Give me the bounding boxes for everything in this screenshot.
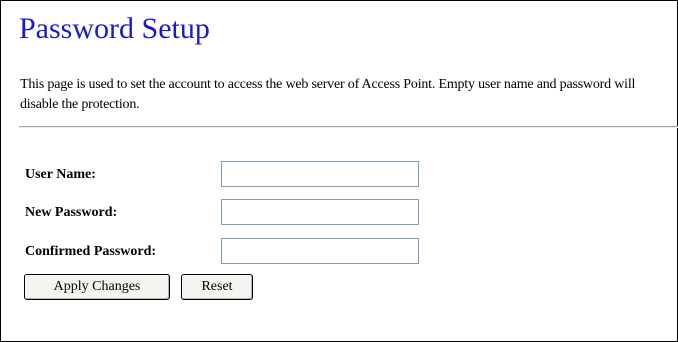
reset-button[interactable]: Reset xyxy=(181,274,253,300)
page-frame: Password Setup This page is used to set … xyxy=(0,0,678,342)
user-name-input[interactable] xyxy=(221,161,419,187)
page-title: Password Setup xyxy=(19,12,210,45)
page-description: This page is used to set the account to … xyxy=(20,77,636,112)
new-password-row: New Password: xyxy=(25,199,445,227)
user-name-label: User Name: xyxy=(25,167,96,182)
apply-changes-button[interactable]: Apply Changes xyxy=(24,274,170,300)
confirmed-password-label: Confirmed Password: xyxy=(25,244,157,259)
new-password-label: New Password: xyxy=(25,205,118,220)
new-password-input[interactable] xyxy=(221,199,419,225)
user-name-row: User Name: xyxy=(25,161,445,189)
confirmed-password-row: Confirmed Password: xyxy=(25,238,445,266)
confirmed-password-input[interactable] xyxy=(221,238,419,264)
divider xyxy=(19,126,678,128)
